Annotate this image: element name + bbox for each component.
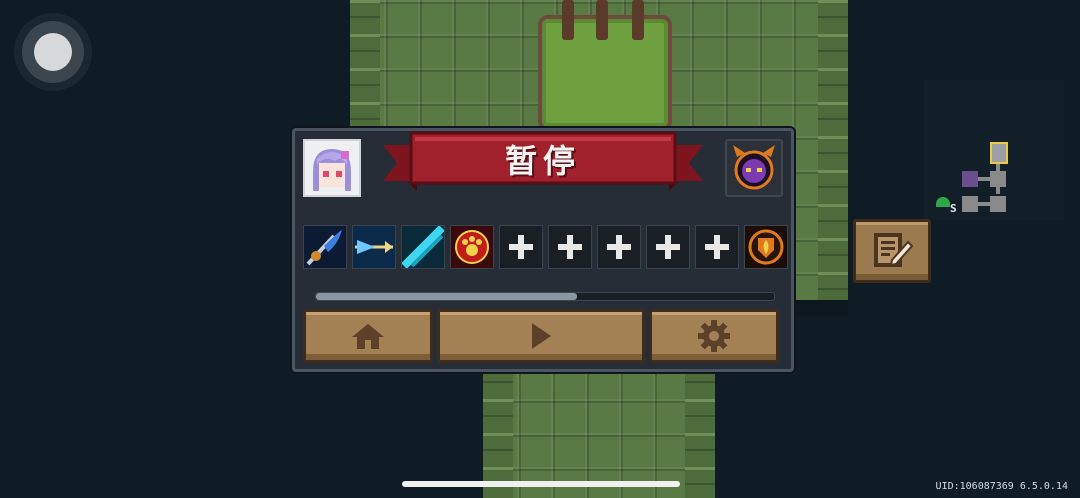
- minimap-room-current: [990, 142, 1008, 164]
- home-indicator-bar[interactable]: [402, 481, 680, 487]
- corridor-wall-left: [483, 365, 513, 498]
- minimap-room: [962, 196, 978, 212]
- flame-shield-icon: [745, 226, 787, 268]
- minimap-room: [990, 171, 1006, 187]
- gear-icon: [698, 320, 730, 352]
- skill-slot-energy-arrow[interactable]: [352, 225, 396, 269]
- progress-bar: [315, 292, 775, 301]
- skill-slot-paw-print[interactable]: [450, 225, 494, 269]
- dungeon-corridor-bottom: [483, 365, 715, 498]
- play-icon: [532, 323, 551, 349]
- empty-skill-slot[interactable]: [499, 225, 543, 269]
- corridor-wall-right: [818, 0, 848, 300]
- plus-icon: [656, 235, 680, 259]
- wall-shadow: [788, 300, 848, 316]
- demon-helmet-icon: [733, 145, 775, 190]
- settings-button[interactable]: [649, 309, 779, 363]
- virtual-joystick[interactable]: [14, 13, 92, 91]
- corridor-wall-right: [685, 365, 715, 498]
- joystick-knob[interactable]: [34, 33, 72, 71]
- character-avatar-icon: [305, 141, 359, 195]
- minimap[interactable]: S: [924, 80, 1064, 220]
- home-icon: [352, 324, 384, 349]
- plus-icon: [509, 235, 533, 259]
- progress-fill: [316, 293, 578, 300]
- plus-icon: [705, 235, 729, 259]
- pause-title: 暂停: [504, 142, 581, 180]
- tree-trunk: [596, 0, 608, 40]
- empty-skill-slot[interactable]: [646, 225, 690, 269]
- portal-icon: [936, 197, 950, 207]
- plus-icon: [558, 235, 582, 259]
- notes-button[interactable]: [853, 219, 931, 283]
- tree-trunk: [632, 0, 644, 40]
- home-button[interactable]: [303, 309, 433, 363]
- character-portrait: [303, 139, 361, 197]
- tree-trunk: [562, 0, 574, 40]
- resume-button[interactable]: [437, 309, 645, 363]
- skill-slot-cyan-slash[interactable]: [401, 225, 445, 269]
- energy-arrow-icon: [353, 226, 395, 268]
- empty-skill-slot[interactable]: [597, 225, 641, 269]
- skill-slot-drill-lance[interactable]: [303, 225, 347, 269]
- drill-lance-icon: [304, 226, 346, 268]
- empty-skill-slot[interactable]: [548, 225, 592, 269]
- notes-edit-icon: [874, 233, 914, 267]
- portal-label: S: [950, 202, 957, 215]
- paw-print-icon: [451, 226, 493, 268]
- plus-icon: [607, 235, 631, 259]
- uid-version-text: UID:106087369 6.5.0.14: [935, 481, 1068, 492]
- minimap-room-shop: [962, 171, 978, 187]
- skill-slot-flame-shield[interactable]: [744, 225, 788, 269]
- boss-portrait: [725, 139, 783, 197]
- cyan-slash-icon: [401, 225, 445, 269]
- empty-skill-slot[interactable]: [695, 225, 739, 269]
- pause-panel: 暂停: [292, 128, 794, 372]
- minimap-room: [990, 196, 1006, 212]
